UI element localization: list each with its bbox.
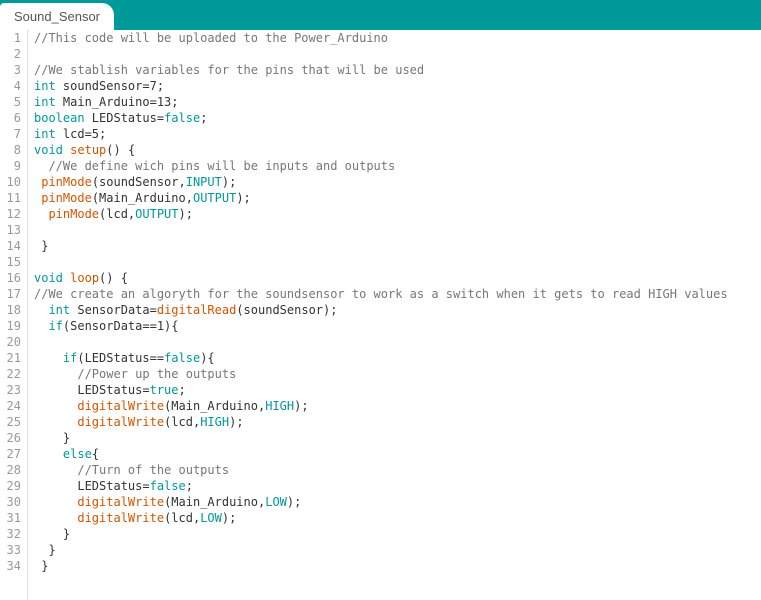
code-line[interactable]: LEDStatus=true; [34,382,728,398]
line-number: 15 [0,254,21,270]
code-area[interactable]: //This code will be uploaded to the Powe… [28,30,728,600]
line-number: 9 [0,158,21,174]
code-line[interactable]: //This code will be uploaded to the Powe… [34,30,728,46]
tab-bar: Sound_Sensor [0,0,761,30]
line-number: 2 [0,46,21,62]
code-line[interactable]: //We stablish variables for the pins tha… [34,62,728,78]
code-line[interactable] [34,222,728,238]
line-number: 7 [0,126,21,142]
line-number: 30 [0,494,21,510]
line-number: 17 [0,286,21,302]
line-number: 6 [0,110,21,126]
line-number: 28 [0,462,21,478]
code-line[interactable]: int soundSensor=7; [34,78,728,94]
code-line[interactable]: else{ [34,446,728,462]
line-number: 29 [0,478,21,494]
line-number: 1 [0,30,21,46]
code-line[interactable]: int Main_Arduino=13; [34,94,728,110]
line-number: 26 [0,430,21,446]
code-line[interactable]: pinMode(Main_Arduino,OUTPUT); [34,190,728,206]
line-number: 3 [0,62,21,78]
line-number: 11 [0,190,21,206]
code-line[interactable]: digitalWrite(Main_Arduino,HIGH); [34,398,728,414]
line-number: 24 [0,398,21,414]
line-number: 31 [0,510,21,526]
line-gutter: 1234567891011121314151617181920212223242… [0,30,28,600]
code-line[interactable]: boolean LEDStatus=false; [34,110,728,126]
code-line[interactable]: digitalWrite(Main_Arduino,LOW); [34,494,728,510]
code-line[interactable]: } [34,238,728,254]
code-line[interactable]: pinMode(lcd,OUTPUT); [34,206,728,222]
code-line[interactable]: } [34,542,728,558]
code-line[interactable]: if(LEDStatus==false){ [34,350,728,366]
code-line[interactable]: int SensorData=digitalRead(soundSensor); [34,302,728,318]
code-line[interactable] [34,46,728,62]
code-line[interactable]: } [34,558,728,574]
line-number: 25 [0,414,21,430]
line-number: 34 [0,558,21,574]
code-line[interactable]: //We define wich pins will be inputs and… [34,158,728,174]
code-line[interactable]: digitalWrite(lcd,LOW); [34,510,728,526]
line-number: 16 [0,270,21,286]
line-number: 4 [0,78,21,94]
line-number: 21 [0,350,21,366]
code-line[interactable]: int lcd=5; [34,126,728,142]
line-number: 13 [0,222,21,238]
code-line[interactable]: pinMode(soundSensor,INPUT); [34,174,728,190]
line-number: 14 [0,238,21,254]
code-line[interactable] [34,254,728,270]
line-number: 5 [0,94,21,110]
code-line[interactable]: LEDStatus=false; [34,478,728,494]
file-tab[interactable]: Sound_Sensor [0,3,114,30]
code-line[interactable]: digitalWrite(lcd,HIGH); [34,414,728,430]
line-number: 12 [0,206,21,222]
code-line[interactable]: if(SensorData==1){ [34,318,728,334]
code-line[interactable]: //We create an algoryth for the soundsen… [34,286,728,302]
line-number: 19 [0,318,21,334]
line-number: 27 [0,446,21,462]
code-line[interactable] [34,334,728,350]
line-number: 33 [0,542,21,558]
line-number: 8 [0,142,21,158]
code-line[interactable]: //Power up the outputs [34,366,728,382]
line-number: 23 [0,382,21,398]
code-editor[interactable]: 1234567891011121314151617181920212223242… [0,30,761,600]
line-number: 22 [0,366,21,382]
code-line[interactable]: //Turn of the outputs [34,462,728,478]
line-number: 10 [0,174,21,190]
line-number: 32 [0,526,21,542]
line-number: 18 [0,302,21,318]
line-number: 20 [0,334,21,350]
code-line[interactable]: void setup() { [34,142,728,158]
code-line[interactable]: } [34,526,728,542]
code-line[interactable]: } [34,430,728,446]
code-line[interactable]: void loop() { [34,270,728,286]
